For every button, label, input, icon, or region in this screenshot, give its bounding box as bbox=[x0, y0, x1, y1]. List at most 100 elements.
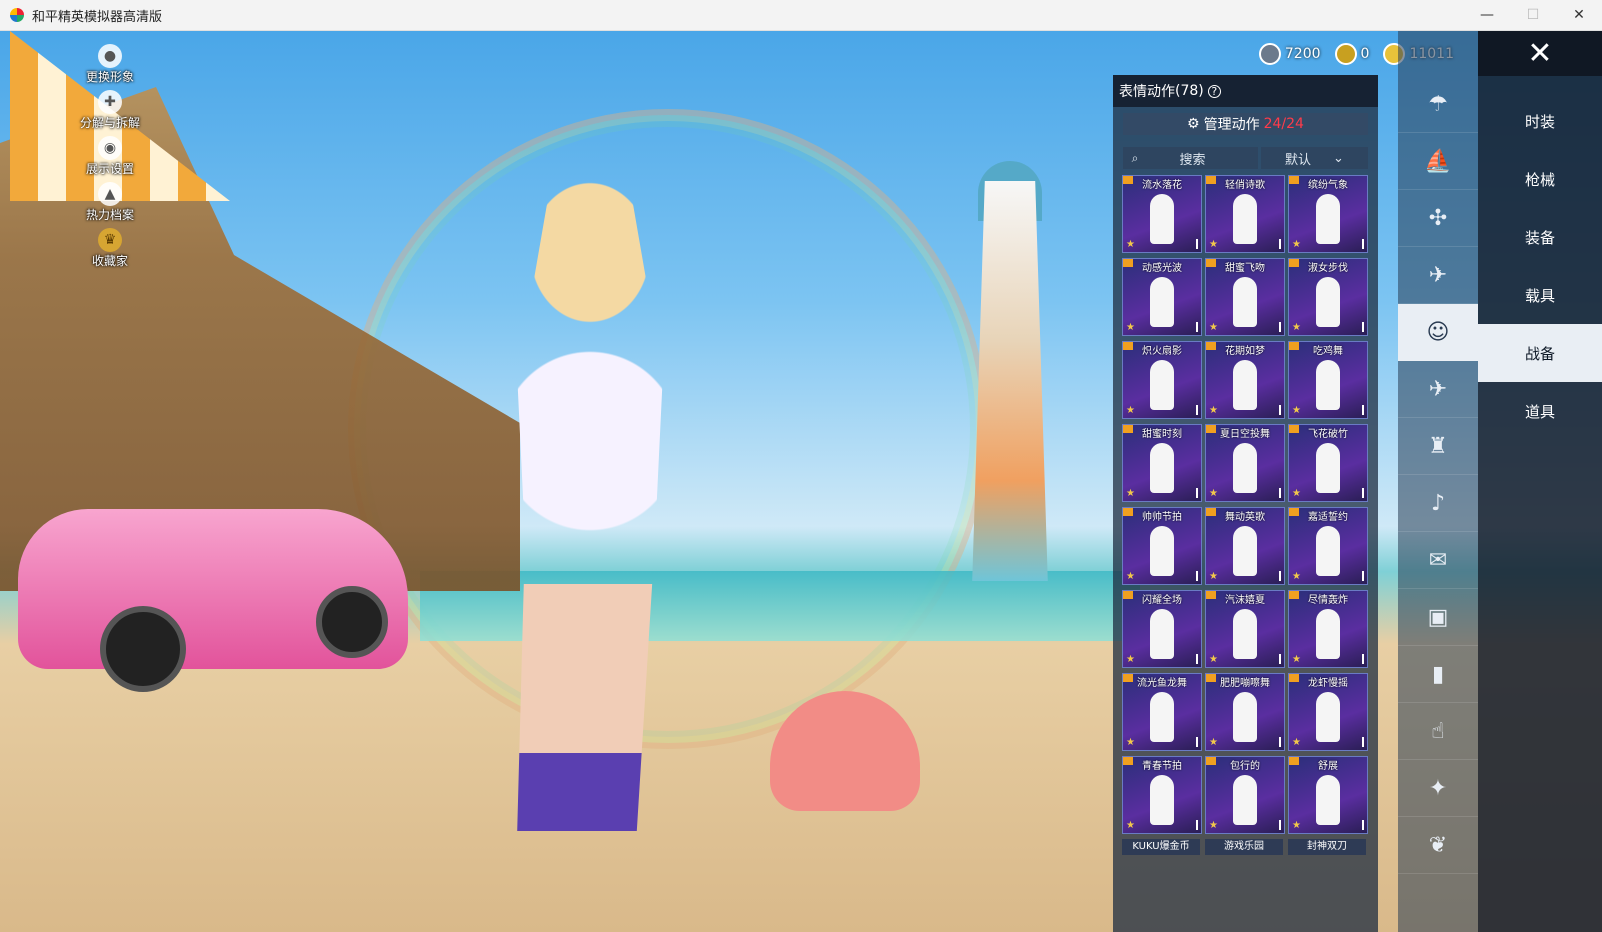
dancer-icon bbox=[1150, 443, 1174, 493]
maximize-button[interactable]: ☐ bbox=[1510, 0, 1556, 30]
emote-card[interactable]: 飞花破竹 ★ bbox=[1288, 424, 1368, 502]
emote-card[interactable]: 流水落花 ★ bbox=[1122, 175, 1202, 253]
speaker-icon[interactable]: ♪ bbox=[1398, 475, 1478, 532]
collector-button[interactable]: ♛ 收藏家 bbox=[80, 228, 140, 272]
emote-card[interactable]: 舞动英歌 ★ bbox=[1205, 507, 1285, 585]
minimize-button[interactable]: — bbox=[1464, 0, 1510, 30]
sort-dropdown[interactable]: 默认 ⌄ bbox=[1261, 147, 1368, 169]
emote-card[interactable]: 甜蜜时刻 ★ bbox=[1122, 424, 1202, 502]
star-icon: ★ bbox=[1126, 239, 1135, 250]
close-window-button[interactable]: ✕ bbox=[1556, 0, 1602, 30]
emote-card[interactable]: 青春节拍 ★ bbox=[1122, 756, 1202, 834]
category-bar: ✕ 时装 枪械 装备 载具 战备 道具 bbox=[1478, 31, 1602, 932]
emote-card[interactable]: 甜蜜飞吻 ★ bbox=[1205, 258, 1285, 336]
robot-icon[interactable]: ♜ bbox=[1398, 418, 1478, 475]
bird-icon[interactable]: ❦ bbox=[1398, 817, 1478, 874]
close-panel-button[interactable]: ✕ bbox=[1478, 31, 1602, 76]
window-titlebar: 和平精英模拟器高清版 — ☐ ✕ bbox=[0, 0, 1602, 31]
slot-indicator bbox=[1196, 488, 1198, 498]
star-icon: ★ bbox=[1209, 239, 1218, 250]
chevron-down-icon: ⌄ bbox=[1333, 150, 1344, 166]
emote-card[interactable]: 吃鸡舞 ★ bbox=[1288, 341, 1368, 419]
emote-card[interactable]: 嘉适誓约 ★ bbox=[1288, 507, 1368, 585]
decompose-button[interactable]: ✚ 分解与拆解 bbox=[80, 90, 140, 134]
star-icon: ★ bbox=[1292, 322, 1301, 333]
window-title: 和平精英模拟器高清版 bbox=[32, 9, 163, 25]
emote-card[interactable]: 炽火扇影 ★ bbox=[1122, 341, 1202, 419]
emote-card[interactable]: 汽沫嬉夏 ★ bbox=[1205, 590, 1285, 668]
emote-card[interactable]: 轻俏诗歌 ★ bbox=[1205, 175, 1285, 253]
emote-name: 闪耀全场 bbox=[1142, 595, 1182, 606]
star-icon: ★ bbox=[1126, 405, 1135, 416]
slot-indicator bbox=[1196, 239, 1198, 249]
emote-name: 吃鸡舞 bbox=[1313, 346, 1343, 357]
help-icon[interactable]: ? bbox=[1207, 84, 1221, 98]
heat-archive-button[interactable]: ▲ 热力档案 bbox=[80, 182, 140, 226]
emote-card[interactable]: 动感光波 ★ bbox=[1122, 258, 1202, 336]
star-icon: ★ bbox=[1292, 239, 1301, 250]
emote-card-partial[interactable]: KUKU爆金币 bbox=[1122, 839, 1200, 855]
search-input[interactable]: ⌕ 搜索 bbox=[1123, 147, 1258, 169]
smiley-icon[interactable]: ☺ bbox=[1398, 304, 1478, 361]
emote-card[interactable]: 夏日空投舞 ★ bbox=[1205, 424, 1285, 502]
currency-coupon[interactable]: 7200 bbox=[1258, 43, 1321, 65]
parachute-icon[interactable]: ☂ bbox=[1398, 76, 1478, 133]
slot-indicator bbox=[1362, 737, 1364, 747]
emote-card[interactable]: 包行的 ★ bbox=[1205, 756, 1285, 834]
change-appearance-button[interactable]: ● 更换形象 bbox=[80, 44, 140, 88]
star-icon: ★ bbox=[1209, 820, 1218, 831]
flame-icon: ▲ bbox=[98, 182, 122, 206]
emote-name: 缤纷气象 bbox=[1308, 180, 1348, 191]
emote-name: 帅帅节拍 bbox=[1142, 512, 1182, 523]
emote-card[interactable]: 流光鱼龙舞 ★ bbox=[1122, 673, 1202, 751]
hand-icon[interactable]: ☝ bbox=[1398, 703, 1478, 760]
drone-icon[interactable]: ✣ bbox=[1398, 190, 1478, 247]
plane-icon[interactable]: ✈ bbox=[1398, 247, 1478, 304]
dancer-icon bbox=[1150, 194, 1174, 244]
emote-card[interactable]: 舒展 ★ bbox=[1288, 756, 1368, 834]
slot-indicator bbox=[1279, 820, 1281, 830]
display-settings-button[interactable]: ◉ 展示设置 bbox=[80, 136, 140, 180]
emote-card[interactable]: 闪耀全场 ★ bbox=[1122, 590, 1202, 668]
emote-card[interactable]: 肥肥嘣嚓舞 ★ bbox=[1205, 673, 1285, 751]
dancer-icon bbox=[1316, 609, 1340, 659]
token-icon bbox=[1334, 43, 1357, 65]
category-weapons[interactable]: 枪械 bbox=[1478, 150, 1602, 208]
emote-name: 淑女步伐 bbox=[1308, 263, 1348, 274]
emote-name: 轻俏诗歌 bbox=[1225, 180, 1265, 191]
panel-header: 表情动作 (78) ? bbox=[1113, 75, 1378, 107]
category-vehicles[interactable]: 载具 bbox=[1478, 266, 1602, 324]
category-equipment[interactable]: 装备 bbox=[1478, 208, 1602, 266]
emote-card-partial[interactable]: 游戏乐园 bbox=[1205, 839, 1283, 855]
glider-icon[interactable]: ✈ bbox=[1398, 361, 1478, 418]
slot-indicator bbox=[1196, 405, 1198, 415]
category-combat-gear[interactable]: 战备 bbox=[1478, 324, 1602, 382]
chat-icon[interactable]: ✉ bbox=[1398, 532, 1478, 589]
emote-card[interactable]: 尽情轰炸 ★ bbox=[1288, 590, 1368, 668]
boat-icon[interactable]: ⛵ bbox=[1398, 133, 1478, 190]
emote-card[interactable]: 淑女步伐 ★ bbox=[1288, 258, 1368, 336]
emote-card[interactable]: 花期如梦 ★ bbox=[1205, 341, 1285, 419]
emote-card[interactable]: 龙虾慢摇 ★ bbox=[1288, 673, 1368, 751]
slot-indicator bbox=[1362, 239, 1364, 249]
sparkle-icon[interactable]: ✦ bbox=[1398, 760, 1478, 817]
manage-emotes-button[interactable]: ⚙ 管理动作 24/24 bbox=[1123, 113, 1368, 135]
search-icon: ⌕ bbox=[1131, 150, 1139, 165]
currency-token[interactable]: 0 bbox=[1334, 43, 1369, 65]
dancer-icon bbox=[1316, 277, 1340, 327]
emote-card[interactable]: 帅帅节拍 ★ bbox=[1122, 507, 1202, 585]
emote-card[interactable]: 缤纷气象 ★ bbox=[1288, 175, 1368, 253]
category-items[interactable]: 道具 bbox=[1478, 382, 1602, 440]
emote-name: 青春节拍 bbox=[1142, 761, 1182, 772]
dancer-icon bbox=[1316, 443, 1340, 493]
star-icon: ★ bbox=[1292, 820, 1301, 831]
emote-name: 龙虾慢摇 bbox=[1308, 678, 1348, 689]
photo-icon[interactable]: ▣ bbox=[1398, 589, 1478, 646]
category-fashion[interactable]: 时装 bbox=[1478, 92, 1602, 150]
panel-title: 表情动作 bbox=[1119, 84, 1175, 100]
emote-name: 舒展 bbox=[1318, 761, 1338, 772]
star-icon: ★ bbox=[1126, 571, 1135, 582]
emote-name: 甜蜜时刻 bbox=[1142, 429, 1182, 440]
emote-card-partial[interactable]: 封神双刀 bbox=[1288, 839, 1366, 855]
spray-icon[interactable]: ▮ bbox=[1398, 646, 1478, 703]
